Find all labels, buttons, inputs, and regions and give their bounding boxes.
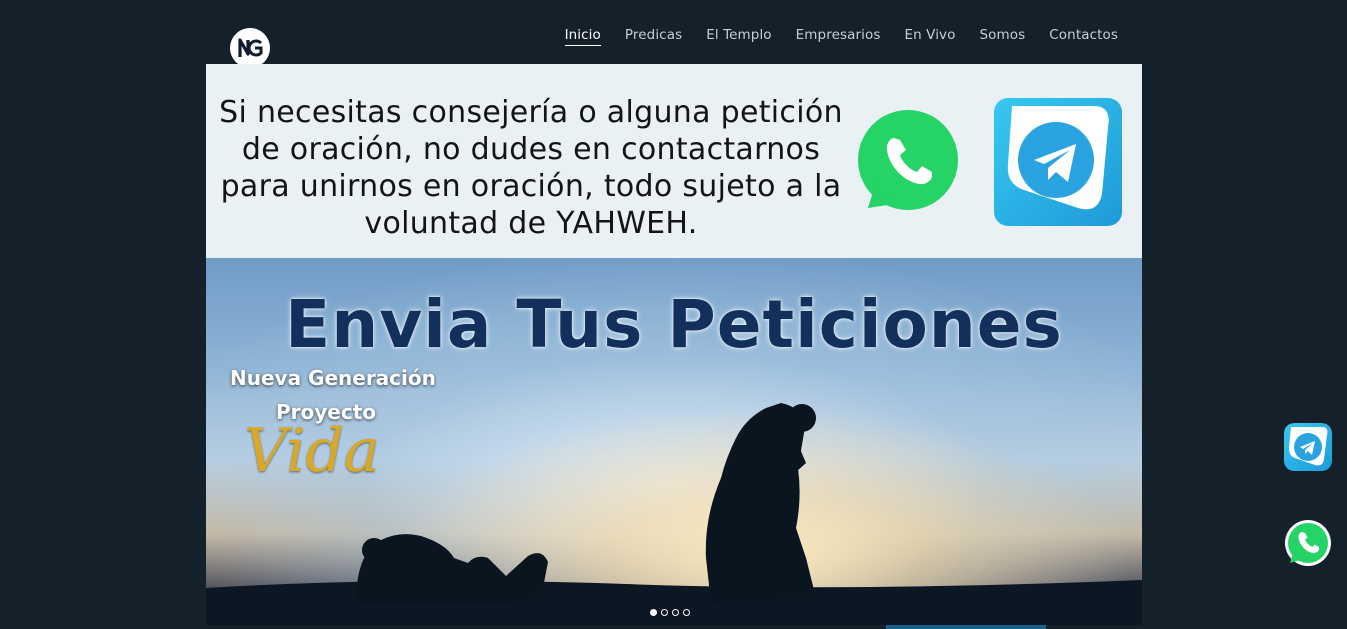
hero-slider[interactable]: Envia Tus Peticiones Nueva Generación Pr… bbox=[206, 258, 1142, 625]
nav-inicio[interactable]: Inicio bbox=[564, 27, 601, 46]
slider-dot-4[interactable] bbox=[683, 609, 690, 616]
floating-telegram-button[interactable] bbox=[1284, 423, 1332, 471]
slide-subtitle-script: Vida bbox=[244, 416, 380, 486]
contact-banner: Si necesitas consejería o alguna petició… bbox=[206, 64, 1142, 258]
next-section-edge bbox=[886, 625, 1046, 629]
page: Inicio Predicas El Templo Empresarios En… bbox=[0, 0, 1347, 629]
whatsapp-icon[interactable] bbox=[854, 108, 962, 216]
nav-somos[interactable]: Somos bbox=[980, 27, 1026, 45]
slider-dot-1[interactable] bbox=[650, 609, 657, 616]
slide-subtitle-line1: Nueva Generación bbox=[230, 366, 436, 390]
nav-el-templo[interactable]: El Templo bbox=[706, 27, 771, 45]
nav-predicas[interactable]: Predicas bbox=[625, 27, 682, 45]
ng-logo-icon bbox=[235, 33, 265, 63]
telegram-icon bbox=[1294, 433, 1322, 461]
nav-en-vivo[interactable]: En Vivo bbox=[904, 27, 955, 45]
slider-dot-2[interactable] bbox=[661, 609, 668, 616]
slider-dot-3[interactable] bbox=[672, 609, 679, 616]
telegram-icon[interactable] bbox=[994, 98, 1122, 226]
nav-empresarios[interactable]: Empresarios bbox=[796, 27, 881, 45]
banner-text: Si necesitas consejería o alguna petició… bbox=[219, 95, 843, 241]
nav-contactos[interactable]: Contactos bbox=[1049, 27, 1118, 45]
main-nav: Inicio Predicas El Templo Empresarios En… bbox=[564, 26, 1118, 46]
slider-pagination bbox=[650, 609, 690, 616]
site-logo[interactable] bbox=[230, 28, 270, 68]
slide-title: Envia Tus Peticiones bbox=[285, 286, 1063, 363]
floating-whatsapp-button[interactable] bbox=[1284, 519, 1332, 567]
